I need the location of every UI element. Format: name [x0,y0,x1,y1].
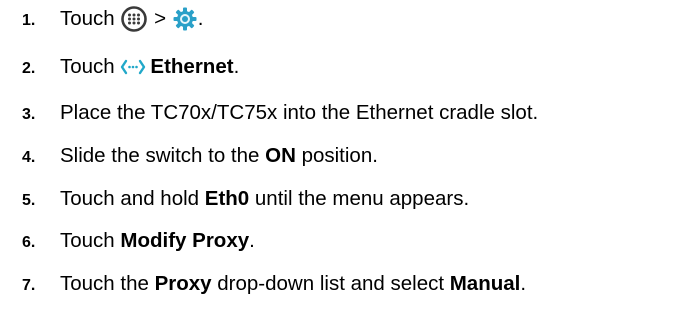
step-number: 2. [22,60,36,77]
step-text-fragment: > [148,7,172,30]
step-text: Touch > . [60,5,203,33]
settings-gear-icon [172,6,198,32]
step-text: Touch Ethernet. [60,55,239,79]
step-1: 1. Touch > . [0,4,203,34]
step-text-fragment: Touch [60,7,121,30]
step-text-fragment: . [520,272,527,295]
step-text-fragment: drop-down list and select [211,272,450,295]
step-text-fragment: . [233,55,240,78]
step-text-fragment: . [197,7,204,30]
ethernet-icon [120,58,146,76]
step-number: 7. [22,277,36,294]
step-text: Touch and hold Eth0 until the menu appea… [60,187,469,211]
step-text: Touch the Proxy drop-down list and selec… [60,272,526,296]
step-text-fragment: . [249,229,255,252]
all-apps-icon [120,5,148,33]
step-2: 2. Touch Ethernet. [0,52,239,82]
step-text-fragment: Place the TC70x/TC75x into the Ethernet … [60,101,539,124]
step-number: 4. [22,149,36,166]
step-number: 5. [22,192,36,209]
step-text: Touch Modify Proxy. [60,229,255,253]
step-text-fragment: position. [295,144,378,167]
step-6: 6. Touch Modify Proxy. [0,226,255,256]
step-text-fragment: Touch and hold [60,187,205,210]
step-text-fragment: Touch [60,229,121,252]
step-text-fragment: Touch the [60,272,155,295]
step-4: 4. Slide the switch to the ON position. [0,141,378,171]
step-5: 5. Touch and hold Eth0 until the menu app… [0,184,469,214]
step-number: 1. [22,12,36,29]
bold-term: Proxy [154,272,212,295]
step-text-fragment: Touch [60,55,121,78]
step-7: 7. Touch the Proxy drop-down list and sel… [0,269,526,299]
bold-term: Manual [449,272,521,295]
bold-term: Eth0 [204,187,250,210]
step-number: 3. [22,106,36,123]
bold-term: Ethernet [150,55,234,78]
step-text: Slide the switch to the ON position. [60,144,378,168]
bold-term: ON [265,144,296,167]
step-text-fragment: Slide the switch to the [60,144,266,167]
step-3: 3. Place the TC70x/TC75x into the Etherne… [0,98,538,128]
step-text: Place the TC70x/TC75x into the Ethernet … [60,101,538,125]
step-text-fragment: until the menu appears. [249,187,470,210]
step-number: 6. [22,234,36,251]
bold-term: Modify Proxy [120,229,250,252]
